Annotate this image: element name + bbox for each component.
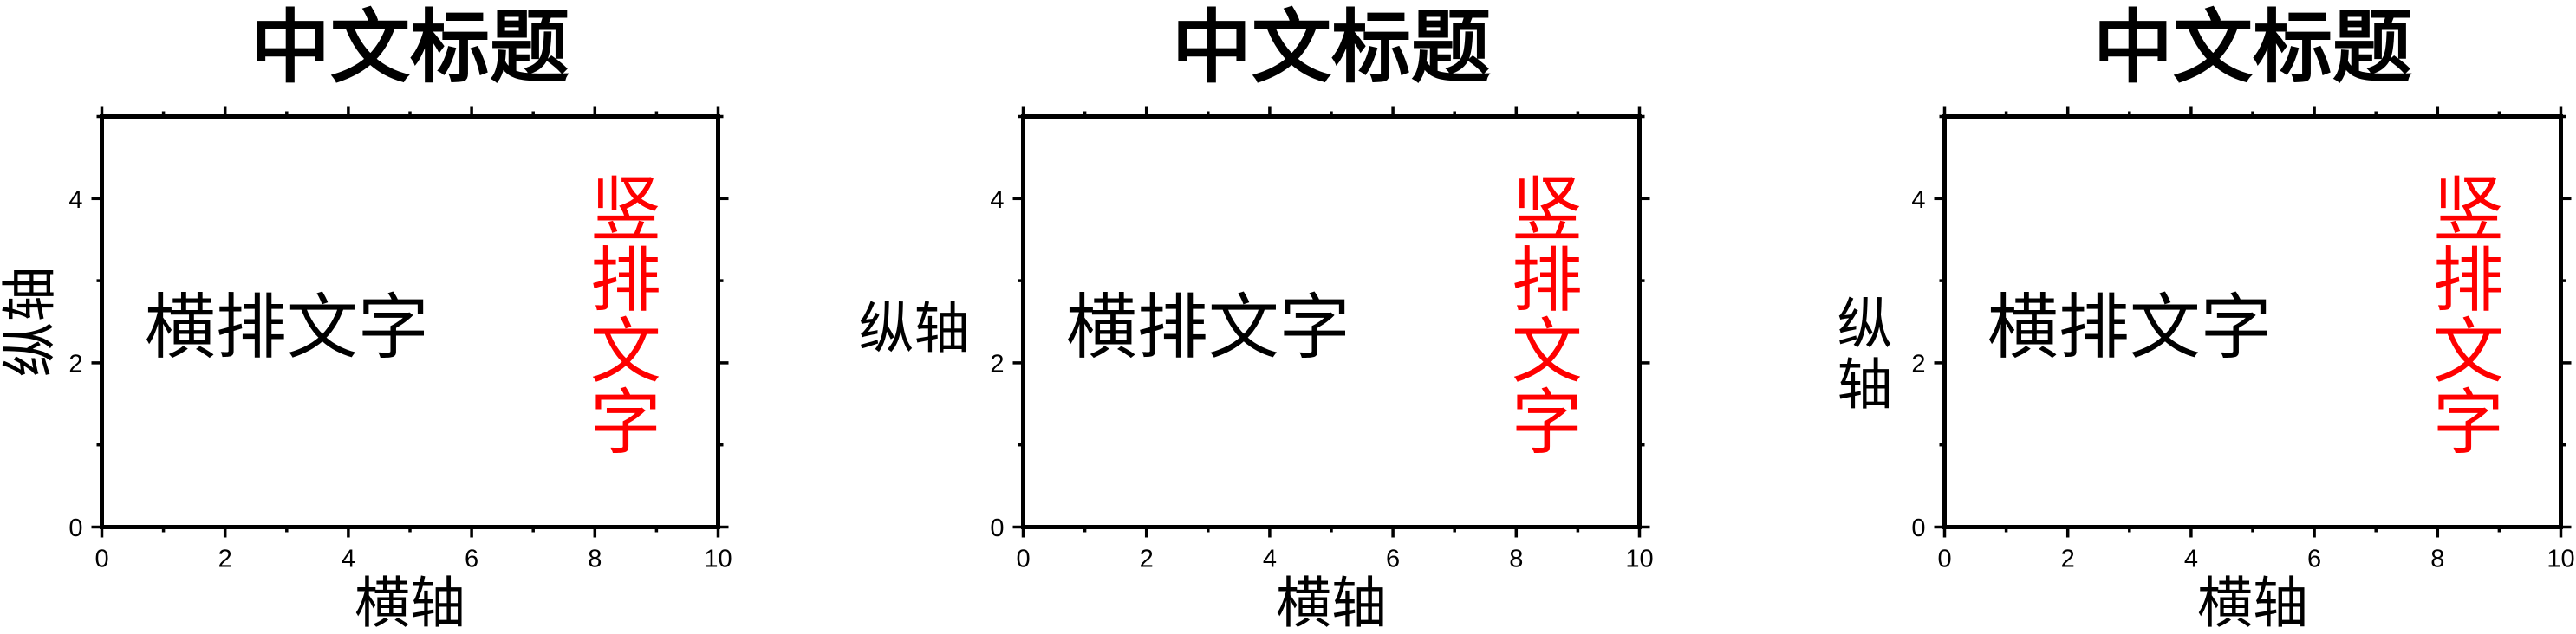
stacked-char: 字 (1512, 382, 1583, 464)
chart-title: 中文标题 (2093, 2, 2412, 94)
x-tick-label: 2 (1140, 546, 1154, 573)
x-tick-label: 0 (1937, 546, 1951, 573)
horizontal-text-annotation: 横排文字 (1987, 287, 2272, 369)
stacked-char: 排 (2433, 240, 2504, 322)
y-tick-label: 4 (1911, 186, 1925, 214)
x-tick-label: 6 (465, 546, 478, 573)
stacked-char: 文 (1512, 311, 1583, 393)
x-tick-label: 10 (704, 546, 732, 573)
stacked-char: 排 (1512, 240, 1583, 322)
x-tick-label: 10 (2547, 546, 2574, 573)
x-tick-label: 8 (2430, 546, 2444, 573)
y-tick-label: 0 (68, 514, 82, 542)
vertical-text-annotation: 竖排文字 (2433, 169, 2504, 464)
y-tick-label: 4 (68, 186, 82, 214)
x-tick-label: 10 (1625, 546, 1653, 573)
x-axis-label: 横轴 (1276, 573, 1387, 634)
x-tick-label: 8 (1509, 546, 1523, 573)
y-axis-label: 纵轴 (0, 267, 63, 378)
chart-panel-1: 0 2 4 6 8 10 0 2 4 中文标题 横轴 纵轴 横排文字 竖排文字 (0, 2, 732, 634)
x-axis-label: 横轴 (355, 573, 465, 634)
x-tick-label: 4 (342, 546, 355, 573)
x-tick-label: 4 (2184, 546, 2198, 573)
stacked-char: 字 (2433, 382, 2504, 464)
y-tick-label: 2 (990, 350, 1004, 378)
chart-title: 中文标题 (1172, 2, 1491, 94)
x-tick-label: 0 (1016, 546, 1030, 573)
x-axis-label: 横轴 (2197, 573, 2308, 634)
stacked-char: 轴 (1838, 354, 1893, 418)
vertical-text-annotation: 竖排文字 (1512, 169, 1583, 464)
x-tick-label: 6 (1386, 546, 1400, 573)
stacked-char: 文 (2433, 311, 2504, 393)
x-tick-label: 6 (2307, 546, 2321, 573)
y-tick-label: 0 (1911, 514, 1925, 542)
y-tick-label: 0 (990, 514, 1004, 542)
x-tick-label: 0 (94, 546, 108, 573)
stacked-char: 字 (590, 382, 661, 464)
stacked-char: 排 (590, 240, 661, 322)
y-tick-label: 2 (1911, 350, 1925, 378)
x-tick-label: 4 (1263, 546, 1277, 573)
y-axis-label: 纵轴 (859, 298, 970, 362)
y-axis-label: 纵轴 (1838, 294, 1893, 418)
y-tick-label: 4 (990, 186, 1004, 214)
stacked-char: 文 (590, 311, 661, 393)
figure: 0 2 4 6 8 10 0 2 4 中文标题 横轴 纵轴 横排文字 竖排文字 0 2 4 6 8 10 0 2… (0, 0, 2576, 634)
y-tick-label: 2 (68, 350, 82, 378)
x-tick-label: 2 (218, 546, 232, 573)
x-tick-label: 2 (2061, 546, 2075, 573)
chart-title: 中文标题 (250, 2, 569, 94)
stacked-char: 竖 (1512, 169, 1583, 251)
stacked-char: 纵 (1838, 294, 1893, 358)
stacked-char: 竖 (2433, 169, 2504, 251)
figure-canvas: 0 2 4 6 8 10024 中文标题 横轴 纵轴 横排文字竖排文字 0 2 4 6 8 1002… (0, 2, 2575, 634)
vertical-text-annotation: 竖排文字 (590, 169, 661, 464)
stacked-char: 竖 (590, 169, 661, 251)
x-tick-label: 8 (588, 546, 602, 573)
chart-panel-3: 0 2 4 6 8 10 0 2 4 中文标题 横轴 纵轴 横排文字 竖排文字 (1838, 2, 2575, 634)
chart-panel-2: 0 2 4 6 8 10 0 2 4 中文标题 横轴 纵轴 横排文字 竖排文字 (859, 2, 1654, 634)
horizontal-text-annotation: 横排文字 (145, 287, 429, 369)
horizontal-text-annotation: 横排文字 (1066, 287, 1350, 369)
